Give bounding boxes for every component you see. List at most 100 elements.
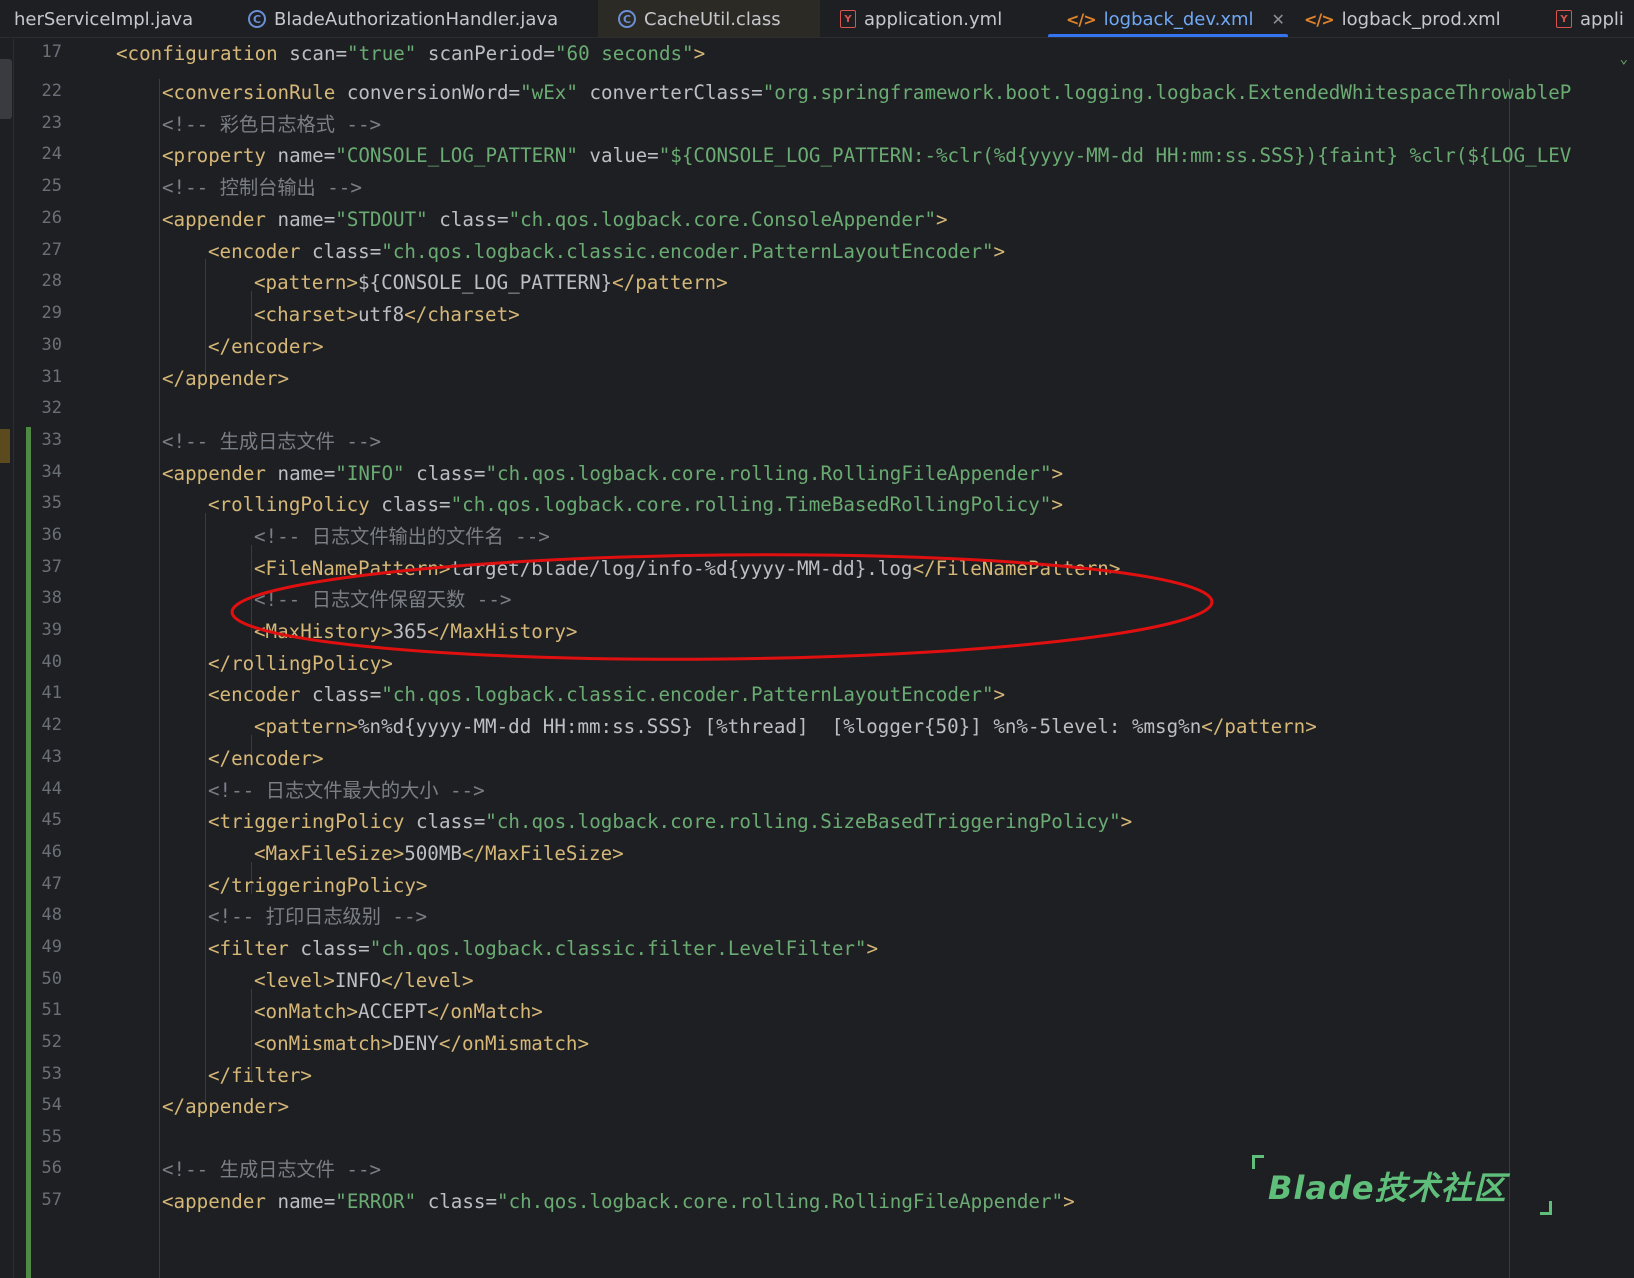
line-number[interactable]: 36 (28, 525, 62, 545)
code-line-43: </encoder> (208, 747, 324, 770)
right-margin-guide (1509, 79, 1510, 1278)
line-number[interactable]: 25 (28, 176, 62, 196)
line-number[interactable]: 38 (28, 588, 62, 608)
editor-tab-bar: herServiceImpl.java C BladeAuthorization… (0, 0, 1634, 38)
code-line-17: <configuration scan="true" scanPeriod="6… (116, 42, 706, 65)
code-editor[interactable]: ⌄ <configuration scan="true" scanPeriod=… (112, 39, 1634, 1278)
gutter-separator (13, 39, 14, 1278)
code-line-56: <!-- 生成日志文件 --> (162, 1158, 382, 1181)
line-number[interactable]: 53 (28, 1064, 62, 1084)
line-number[interactable]: 30 (28, 335, 62, 355)
code-line-57: <appender name="ERROR" class="ch.qos.log… (162, 1190, 1075, 1213)
tab-application-partial[interactable]: Y appli (1556, 0, 1624, 37)
code-line-24: <property name="CONSOLE_LOG_PATTERN" val… (162, 144, 1572, 167)
watermark: Blade技术社区 (1252, 1155, 1552, 1215)
tab-herserviceimpl[interactable]: herServiceImpl.java (14, 0, 194, 37)
line-number[interactable]: 32 (28, 398, 62, 418)
line-number[interactable]: 26 (28, 208, 62, 228)
line-number[interactable]: 17 (28, 42, 62, 62)
code-line-54: </appender> (162, 1095, 290, 1118)
line-number[interactable]: 33 (28, 430, 62, 450)
code-line-40: </rollingPolicy> (208, 652, 393, 675)
tab-label: logback_dev.xml (1103, 8, 1254, 30)
tab-label: application.yml (864, 8, 1003, 30)
code-line-34: <appender name="INFO" class="ch.qos.logb… (162, 462, 1064, 485)
code-line-22: <conversionRule conversionWord="wEx" con… (162, 81, 1572, 104)
tab-label: appli (1580, 8, 1624, 30)
line-number[interactable]: 42 (28, 715, 62, 735)
watermark-text: Blade技术社区 (1268, 1169, 1507, 1207)
code-line-27: <encoder class="ch.qos.logback.classic.e… (208, 240, 1006, 263)
line-number[interactable]: 47 (28, 874, 62, 894)
code-line-25: <!-- 控制台输出 --> (162, 176, 362, 199)
code-line-33: <!-- 生成日志文件 --> (162, 430, 382, 453)
code-line-38: <!-- 日志文件保留天数 --> (254, 588, 512, 611)
xml-icon: </> (1304, 9, 1335, 29)
indent-guide (159, 79, 160, 1278)
code-line-50: <level>INFO</level> (254, 969, 474, 992)
line-number[interactable]: 45 (28, 810, 62, 830)
tab-cacheutil[interactable]: C CacheUtil.class (598, 0, 820, 37)
tab-logback-dev-xml[interactable]: </> logback_dev.xml ✕ (1048, 0, 1288, 37)
line-number[interactable]: 48 (28, 905, 62, 925)
line-number[interactable]: 43 (28, 747, 62, 767)
code-line-29: <charset>utf8</charset> (254, 303, 520, 326)
xml-icon: </> (1066, 9, 1097, 29)
code-line-31: </appender> (162, 367, 290, 390)
code-line-51: <onMatch>ACCEPT</onMatch> (254, 1000, 543, 1023)
line-number[interactable]: 37 (28, 557, 62, 577)
line-number[interactable]: 40 (28, 652, 62, 672)
tab-label: CacheUtil.class (644, 8, 781, 30)
code-line-49: <filter class="ch.qos.logback.classic.fi… (208, 937, 879, 960)
watermark-bracket-left (1252, 1155, 1264, 1169)
tab-label: logback_prod.xml (1341, 8, 1501, 30)
line-number[interactable]: 35 (28, 493, 62, 513)
vcs-modified-marker[interactable] (0, 429, 10, 463)
line-number[interactable]: 55 (28, 1127, 62, 1147)
line-number[interactable]: 23 (28, 113, 62, 133)
code-line-46: <MaxFileSize>500MB</MaxFileSize> (254, 842, 624, 865)
class-icon: C (618, 10, 636, 28)
yaml-icon: Y (1556, 10, 1572, 28)
code-line-53: </filter> (208, 1064, 312, 1087)
close-icon[interactable]: ✕ (1272, 10, 1285, 29)
code-line-48: <!-- 打印日志级别 --> (208, 905, 428, 928)
gutter-scroll-marker[interactable] (0, 59, 12, 119)
line-number[interactable]: 49 (28, 937, 62, 957)
line-number-gutter: 17 22 23 24 25 26 27 28 29 30 31 32 33 34 35 36 37 38 39 40… (0, 39, 112, 1278)
line-number[interactable]: 22 (28, 81, 62, 101)
line-number[interactable]: 52 (28, 1032, 62, 1052)
class-icon: C (248, 10, 266, 28)
tab-application-yml[interactable]: Y application.yml (840, 0, 1003, 37)
chevron-down-icon[interactable]: ⌄ (1620, 51, 1628, 67)
line-number[interactable]: 57 (28, 1190, 62, 1210)
line-number[interactable]: 24 (28, 144, 62, 164)
yaml-icon: Y (840, 10, 856, 28)
code-line-23: <!-- 彩色日志格式 --> (162, 113, 382, 136)
code-line-39: <MaxHistory>365</MaxHistory> (254, 620, 578, 643)
tab-label: herServiceImpl.java (14, 8, 194, 30)
line-number[interactable]: 54 (28, 1095, 62, 1115)
code-line-36: <!-- 日志文件输出的文件名 --> (254, 525, 550, 548)
line-number[interactable]: 31 (28, 367, 62, 387)
line-number[interactable]: 29 (28, 303, 62, 323)
code-line-47: </triggeringPolicy> (208, 874, 428, 897)
line-number[interactable]: 41 (28, 683, 62, 703)
line-number[interactable]: 34 (28, 462, 62, 482)
code-line-44: <!-- 日志文件最大的大小 --> (208, 779, 485, 802)
code-line-37: <FileNamePattern>target/blade/log/info-%… (254, 557, 1121, 580)
line-number[interactable]: 28 (28, 271, 62, 291)
code-line-52: <onMismatch>DENY</onMismatch> (254, 1032, 590, 1055)
tab-label: BladeAuthorizationHandler.java (274, 8, 559, 30)
line-number[interactable]: 39 (28, 620, 62, 640)
line-number[interactable]: 51 (28, 1000, 62, 1020)
tab-bladeauthorizationhandler[interactable]: C BladeAuthorizationHandler.java (248, 0, 559, 37)
line-number[interactable]: 50 (28, 969, 62, 989)
line-number[interactable]: 27 (28, 240, 62, 260)
code-line-45: <triggeringPolicy class="ch.qos.logback.… (208, 810, 1133, 833)
indent-guide (205, 513, 206, 1108)
line-number[interactable]: 56 (28, 1158, 62, 1178)
line-number[interactable]: 44 (28, 779, 62, 799)
line-number[interactable]: 46 (28, 842, 62, 862)
tab-logback-prod-xml[interactable]: </> logback_prod.xml (1304, 0, 1501, 37)
